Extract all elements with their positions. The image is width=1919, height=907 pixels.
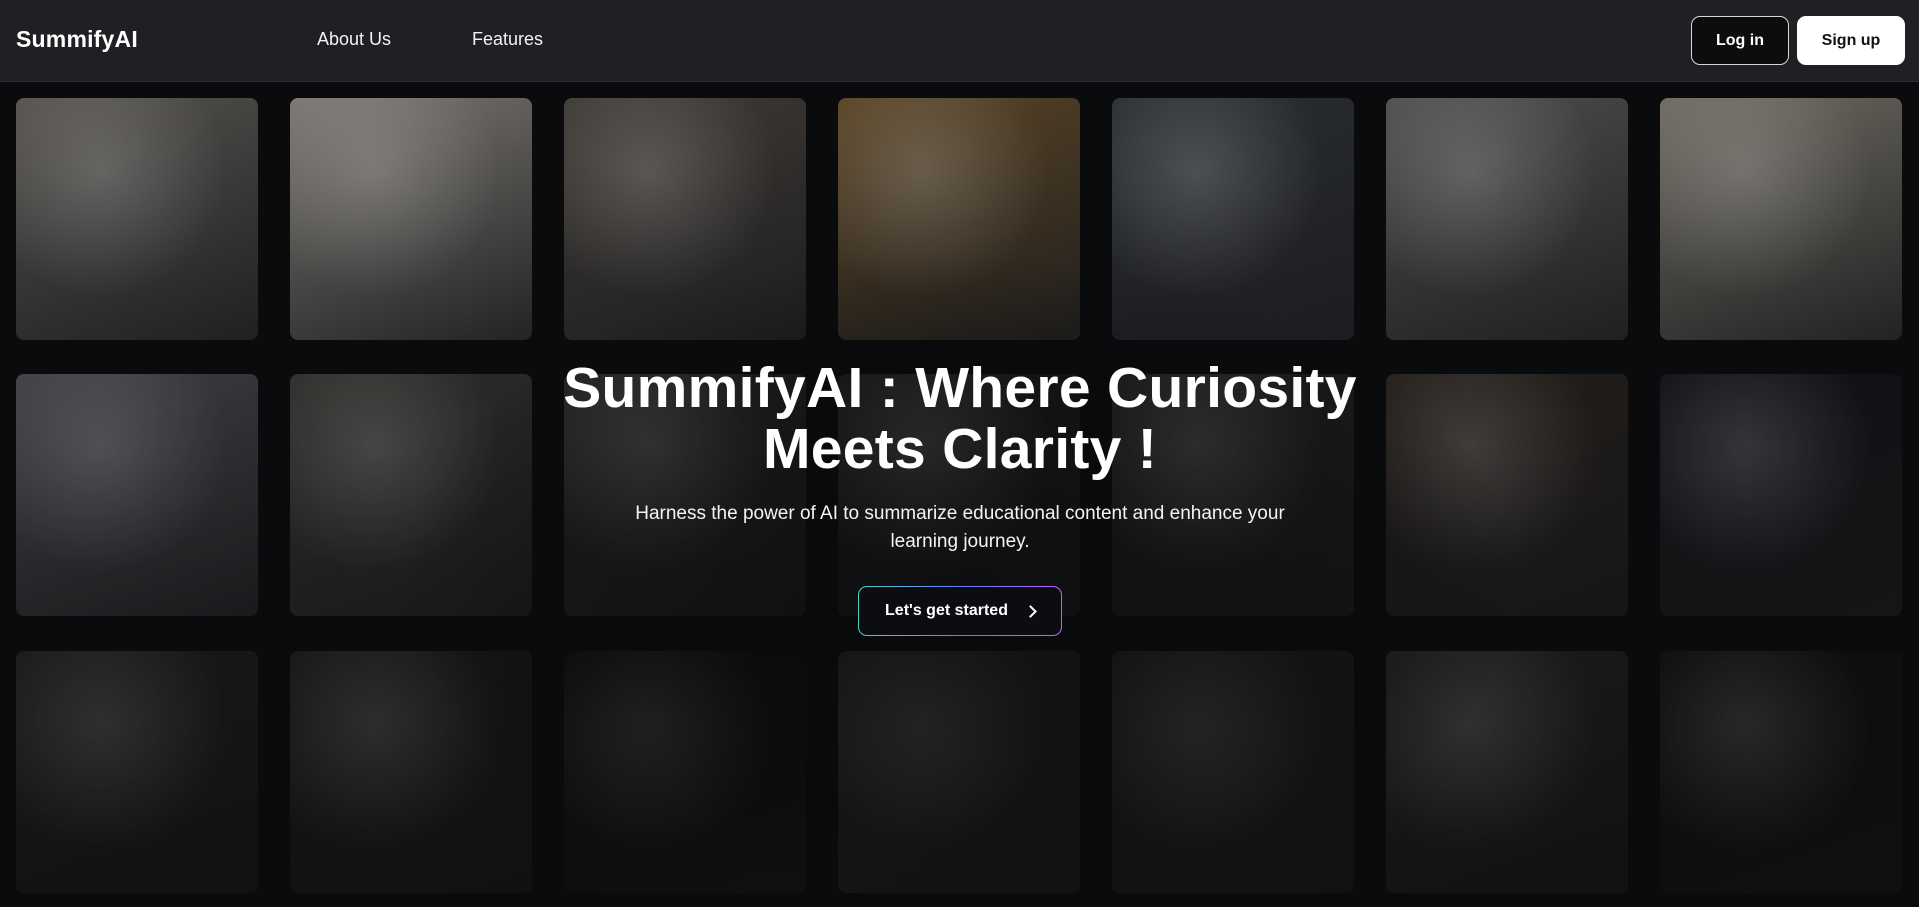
hero-title-line1: SummifyAI : Where Curiosity [563,356,1357,420]
top-navbar: SummifyAI About Us Features Log in Sign … [0,0,1919,82]
photo-tile-woman-at-laptop-window [16,98,258,340]
hero-title: SummifyAI : Where Curiosity Meets Clarit… [460,358,1460,480]
photo-tile-white-keyboard [1386,651,1628,893]
hero-subtitle: Harness the power of AI to summarize edu… [635,503,1285,552]
photo-tile-laptop-on-table-overhead [16,651,258,893]
get-started-button-inner[interactable]: Let's get started [859,587,1061,635]
photo-tile-code-screen-dark [1660,651,1902,893]
photo-tile-person-yellow-sweater-laptop [838,98,1080,340]
chevron-right-icon [1024,604,1037,618]
photo-tile-do-something-great-neon [564,651,806,893]
photo-tile-code-on-screen [1660,374,1902,616]
get-started-button[interactable]: Let's get started [858,586,1062,636]
photo-tile-hands-typing-plant [838,651,1080,893]
get-started-label: Let's get started [885,602,1008,619]
photo-tile-passion-led-us-here-pavement [1386,98,1628,340]
login-button[interactable]: Log in [1691,16,1789,65]
photo-tile-laptop-desk-woman [290,98,532,340]
hero-title-line2: Meets Clarity ! [762,417,1158,481]
nav-about-us[interactable]: About Us [317,29,391,50]
photo-tile-typing-keyboard [1112,651,1354,893]
signup-button[interactable]: Sign up [1797,16,1905,65]
hero-section: SummifyAI : Where Curiosity Meets Clarit… [460,358,1460,636]
nav-features[interactable]: Features [472,29,543,50]
photo-tile-hands-laptop-notebook [16,374,258,616]
logo[interactable]: SummifyAI [16,26,138,53]
photo-tile-people-meeting-laptop [1112,98,1354,340]
photo-tile-laptop-code-dark [290,651,532,893]
photo-tile-overhead-desk-laptops [1660,98,1902,340]
photo-tile-students-laughing-table [564,98,806,340]
